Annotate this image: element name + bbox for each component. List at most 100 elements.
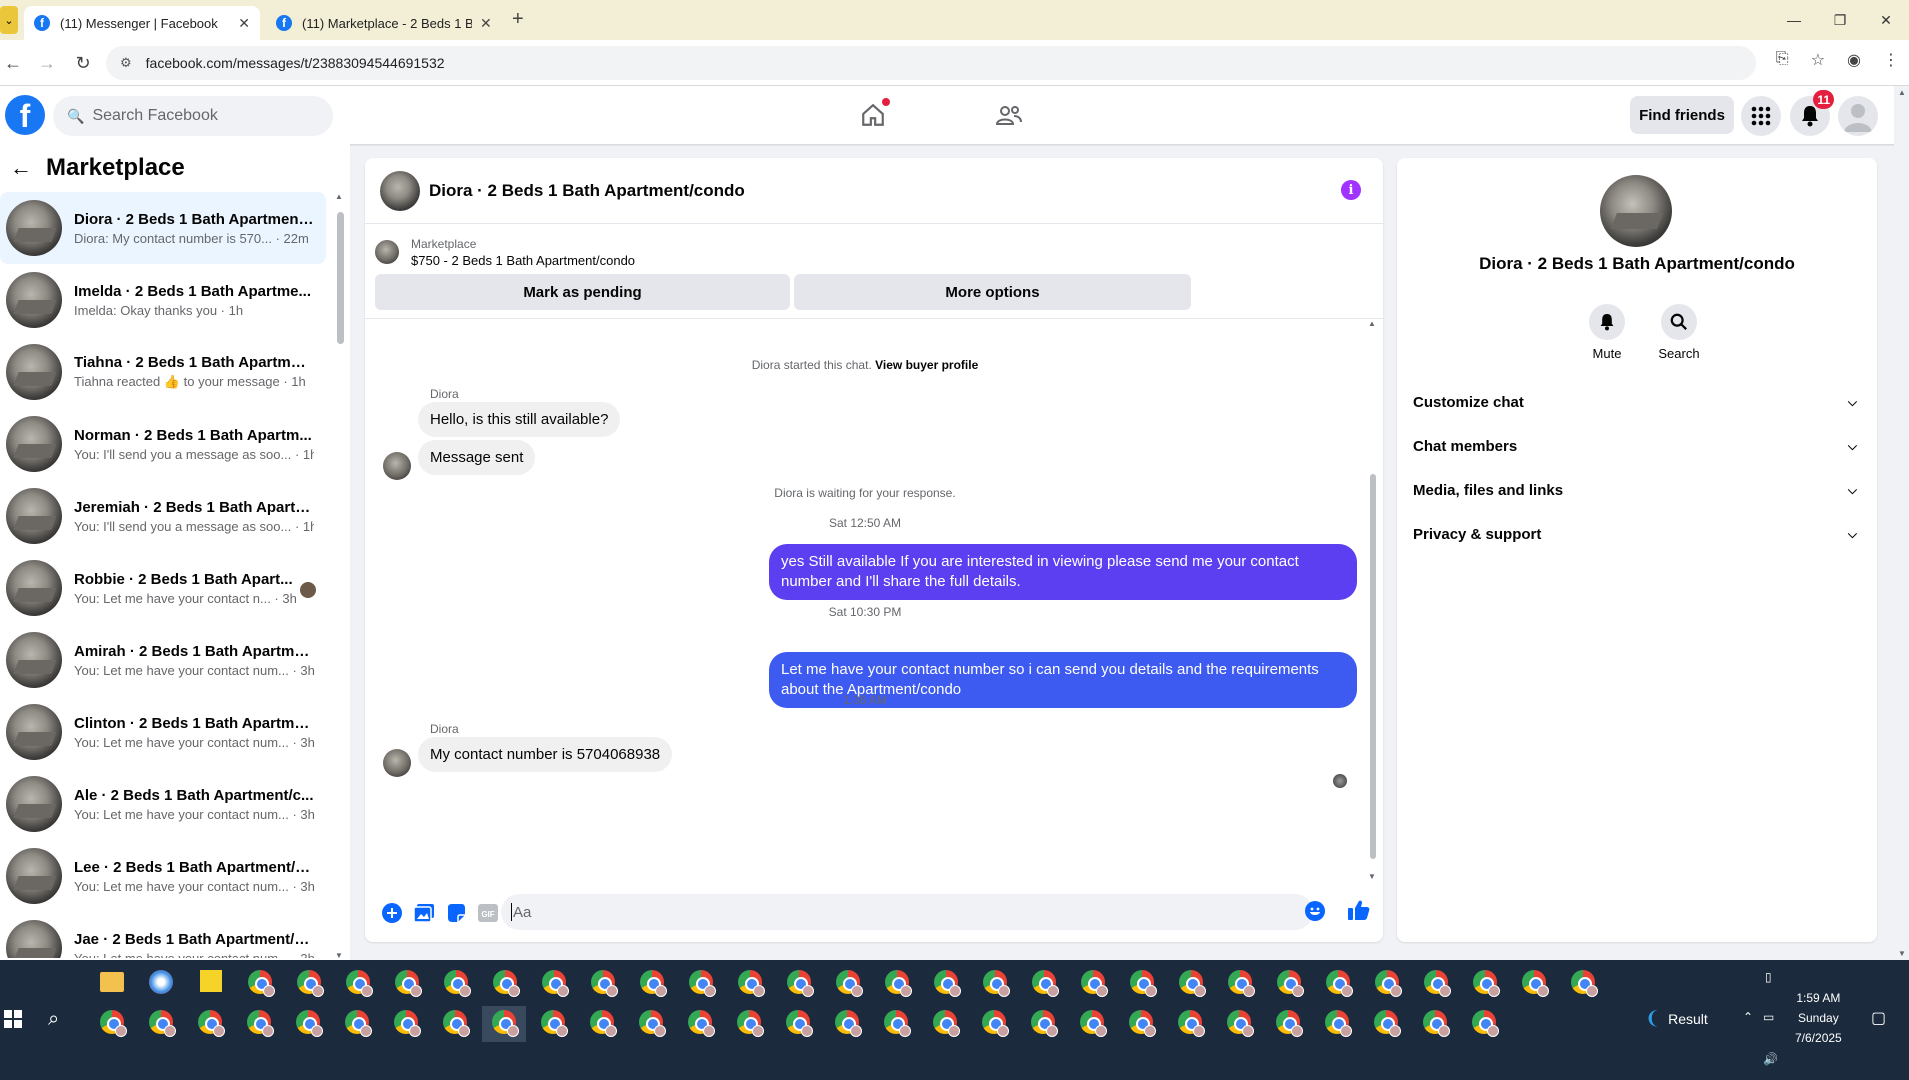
sender-avatar[interactable]	[383, 749, 411, 777]
chrome-profile-icon[interactable]	[933, 1010, 960, 1037]
chrome-profile-icon[interactable]	[835, 1010, 862, 1037]
menu-kebab-icon[interactable]: ⋮	[1883, 50, 1899, 70]
sticker-icon[interactable]	[445, 902, 467, 924]
tab-marketplace[interactable]: f (11) Marketplace - 2 Beds 1 Bat ✕	[266, 6, 502, 40]
chrome-profile-icon[interactable]	[444, 970, 471, 997]
chrome-profile-icon[interactable]	[983, 970, 1010, 997]
sender-avatar[interactable]	[383, 452, 411, 480]
customize-chat-section[interactable]: Customize chat ⌵	[1413, 380, 1861, 424]
chrome-profile-icon[interactable]	[836, 970, 863, 997]
chrome-profile-icon[interactable]	[443, 1010, 470, 1037]
chrome-profile-icon[interactable]	[542, 970, 569, 997]
chrome-profile-icon[interactable]	[1227, 1010, 1254, 1037]
windows-start-icon[interactable]	[4, 1010, 24, 1030]
chrome-profile-icon[interactable]	[884, 1010, 911, 1037]
chrome-profile-icon[interactable]	[492, 1010, 519, 1037]
chrome-profile-icon[interactable]	[1325, 1010, 1352, 1037]
back-icon[interactable]: ←	[0, 50, 26, 76]
chrome-profile-icon[interactable]	[885, 970, 912, 997]
tab-messenger[interactable]: f (11) Messenger | Facebook ✕	[24, 6, 260, 40]
chrome-profile-icon[interactable]	[640, 970, 667, 997]
find-friends-button[interactable]: Find friends	[1630, 96, 1734, 134]
mute-bell-icon[interactable]	[1589, 304, 1625, 340]
chrome-profile-icon[interactable]	[248, 970, 275, 997]
scroll-up-icon[interactable]: ▲	[335, 192, 343, 201]
clock[interactable]: 1:59 AM Sunday 7/6/2025	[1795, 988, 1842, 1048]
friends-icon[interactable]	[994, 100, 1024, 130]
chrome-profile-icon[interactable]	[1178, 1010, 1205, 1037]
chrome-profile-icon[interactable]	[1081, 970, 1108, 997]
home-icon[interactable]	[858, 98, 890, 130]
url-field[interactable]: ⚙ facebook.com/messages/t/23883094544691…	[106, 46, 1756, 80]
chrome-profile-icon[interactable]	[1179, 970, 1206, 997]
restore-icon[interactable]: ❐	[1817, 0, 1863, 40]
chrome-profile-icon[interactable]	[346, 970, 373, 997]
profile-icon[interactable]: ◉	[1847, 50, 1861, 70]
new-tab-button[interactable]: +	[512, 8, 524, 31]
tab-search-chevron-icon[interactable]: ⌄	[0, 6, 18, 34]
close-tab-icon[interactable]: ✕	[238, 15, 250, 32]
sticky-notes-icon[interactable]	[200, 970, 222, 992]
chrome-profile-icon[interactable]	[1374, 1010, 1401, 1037]
chrome-profile-icon[interactable]	[786, 1010, 813, 1037]
page-scrollbar[interactable]: ▲ ▼	[1894, 86, 1909, 960]
plus-circle-icon[interactable]	[381, 902, 403, 924]
conversation-item[interactable]: Imelda · 2 Beds 1 Bath Apartme... Imelda:…	[0, 264, 326, 336]
chrome-profile-icon[interactable]	[1423, 1010, 1450, 1037]
chrome-profile-icon[interactable]	[1031, 1010, 1058, 1037]
conversation-item[interactable]: Diora · 2 Beds 1 Bath Apartment... Diora:…	[0, 192, 326, 264]
show-hidden-icons-chevron[interactable]: ⌃	[1743, 1010, 1753, 1024]
chrome-profile-icon[interactable]	[345, 1010, 372, 1037]
chat-avatar[interactable]	[380, 170, 420, 211]
chrome-profile-icon[interactable]	[1473, 970, 1500, 997]
chrome-profile-icon[interactable]	[639, 1010, 666, 1037]
chrome-profile-icon[interactable]	[787, 970, 814, 997]
chrome-profile-icon[interactable]	[1032, 970, 1059, 997]
emoji-icon[interactable]	[1305, 901, 1325, 926]
close-tab-icon[interactable]: ✕	[480, 15, 492, 32]
notification-center-icon[interactable]: ▢	[1871, 1008, 1886, 1028]
reload-icon[interactable]: ↻	[70, 50, 96, 76]
chrome-profile-icon[interactable]	[247, 1010, 274, 1037]
search-action[interactable]: Search	[1649, 304, 1709, 361]
outgoing-message[interactable]: yes Still available If you are intereste…	[769, 544, 1357, 600]
chrome-profile-icon[interactable]	[1522, 970, 1549, 997]
chrome-profile-icon[interactable]	[394, 1010, 421, 1037]
chrome-profile-icon[interactable]	[395, 970, 422, 997]
minimize-icon[interactable]: —	[1771, 0, 1817, 40]
chrome-profile-icon[interactable]	[296, 1010, 323, 1037]
media-files-links-section[interactable]: Media, files and links ⌵	[1413, 468, 1861, 512]
sidebar-scrollbar[interactable]: ▲ ▼	[334, 192, 346, 960]
conversation-item[interactable]: Norman · 2 Beds 1 Bath Apartm... You: I'l…	[0, 408, 326, 480]
account-avatar[interactable]	[1838, 96, 1878, 136]
incoming-message[interactable]: Hello, is this still available?	[418, 402, 621, 437]
menu-grid-icon[interactable]	[1741, 96, 1781, 136]
chrome-profile-icon[interactable]	[1326, 970, 1353, 997]
chat-title[interactable]: Diora · 2 Beds 1 Bath Apartment/condo	[429, 181, 745, 201]
details-avatar[interactable]	[1600, 175, 1672, 247]
chrome-profile-icon[interactable]	[1472, 1010, 1499, 1037]
chrome-profile-icon[interactable]	[591, 970, 618, 997]
message-input[interactable]: Aa	[501, 894, 1313, 930]
chrome-profile-icon[interactable]	[689, 970, 716, 997]
scroll-down-icon[interactable]: ▼	[335, 951, 343, 960]
scroll-up-icon[interactable]: ▲	[1368, 319, 1376, 328]
conversation-item[interactable]: Robbie · 2 Beds 1 Bath Apart... You: Let …	[0, 552, 326, 624]
conversation-item[interactable]: Tiahna · 2 Beds 1 Bath Apartmen... Tiahna…	[0, 336, 326, 408]
info-icon[interactable]: i	[1341, 180, 1361, 200]
chrome-profile-icon[interactable]	[1130, 970, 1157, 997]
chrome-profile-icon[interactable]	[198, 1010, 225, 1037]
chrome-profile-icon[interactable]	[297, 970, 324, 997]
chrome-profile-icon[interactable]	[1375, 970, 1402, 997]
chrome-profile-icon[interactable]	[934, 970, 961, 997]
chrome-profile-icon[interactable]	[541, 1010, 568, 1037]
chrome-profile-icon[interactable]	[1129, 1010, 1156, 1037]
chrome-profile-icon[interactable]	[493, 970, 520, 997]
conversation-item[interactable]: Jeremiah · 2 Beds 1 Bath Apartm... You: I…	[0, 480, 326, 552]
taskbar-search-icon[interactable]: ⌕	[48, 1008, 59, 1031]
photo-icon[interactable]	[413, 902, 435, 924]
view-buyer-profile-link[interactable]: View buyer profile	[875, 358, 978, 372]
phone-link-icon[interactable]: ▯	[1765, 970, 1772, 984]
listing-summary[interactable]: Marketplace $750 - 2 Beds 1 Bath Apartme…	[375, 230, 1373, 274]
incoming-message[interactable]: Message sent	[418, 440, 536, 475]
